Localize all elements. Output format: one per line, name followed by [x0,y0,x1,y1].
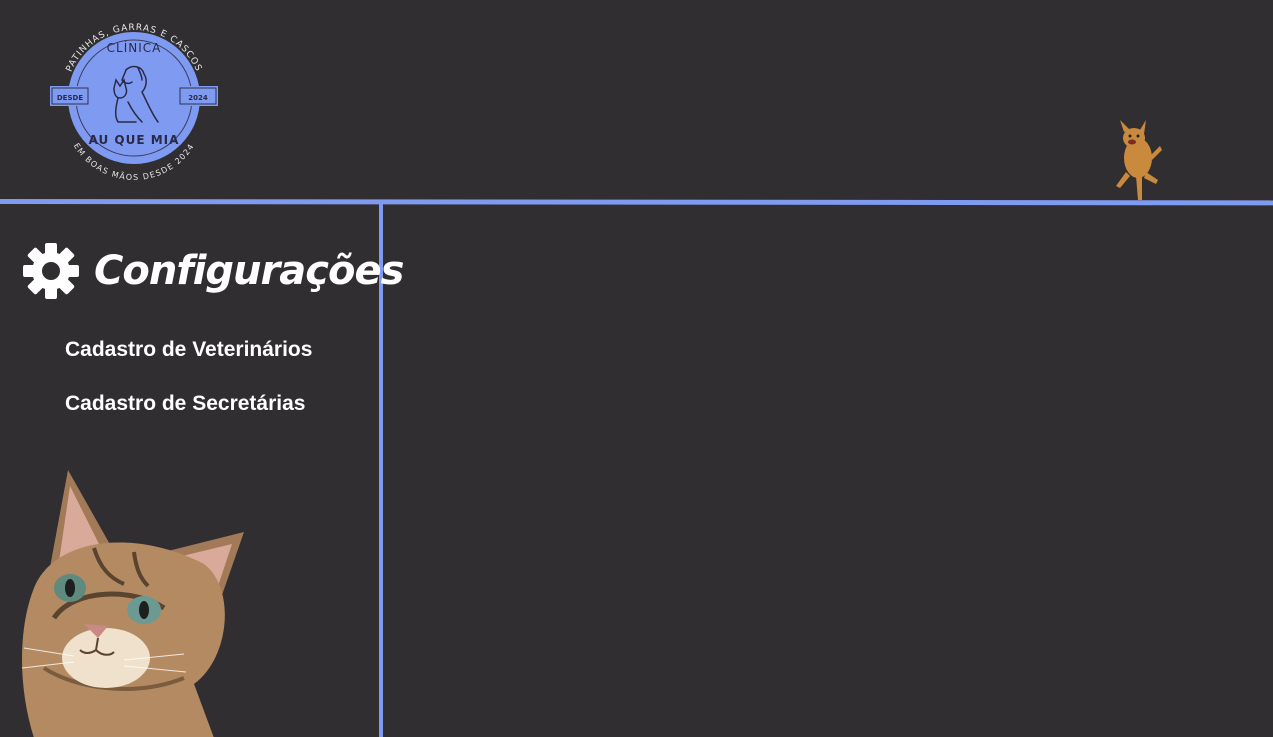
settings-menu: Cadastro de Veterinários Cadastro de Sec… [65,338,312,446]
svg-text:CLÍNICA: CLÍNICA [107,40,162,55]
svg-text:AU QUE MIA: AU QUE MIA [89,133,180,147]
sidebar: Configurações Cadastro de Veterinários C… [0,204,404,737]
sidebar-title-text: Configurações [94,248,404,294]
sidebar-title: Configurações [22,242,404,300]
svg-text:2024: 2024 [188,94,208,102]
menu-item-cadastro-secretarias[interactable]: Cadastro de Secretárias [65,392,312,420]
menu-item-cadastro-veterinarios[interactable]: Cadastro de Veterinários [65,338,312,366]
gear-icon [23,243,79,299]
main-content [383,204,1273,737]
svg-text:DESDE: DESDE [57,94,83,102]
header: PATINHAS, GARRAS E CASCOS EM BOAS MÃOS D… [0,0,1273,200]
clinic-logo[interactable]: PATINHAS, GARRAS E CASCOS EM BOAS MÃOS D… [44,10,224,188]
page: PATINHAS, GARRAS E CASCOS EM BOAS MÃOS D… [0,0,1273,737]
cat-photo [21,470,244,737]
running-dog-icon [1116,120,1162,200]
